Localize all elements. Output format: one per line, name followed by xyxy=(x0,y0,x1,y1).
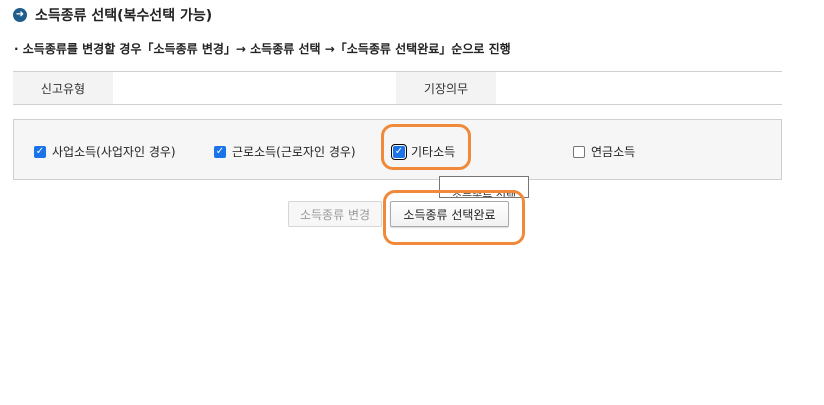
checkbox-earned-income[interactable]: ✓ 근로소득(근로자인 경우) xyxy=(214,143,356,160)
section-title: ➜ 소득종류 선택(복수선택 가능) xyxy=(13,6,212,24)
checkbox-label: 기타소득 xyxy=(411,145,456,159)
checkbox-pension-income[interactable]: 연금소득 xyxy=(573,143,635,160)
checkbox-label: 사업소득(사업자인 경우) xyxy=(52,145,176,159)
filing-type-label: 신고유형 xyxy=(13,72,113,104)
checkbox-label: 근로소득(근로자인 경우) xyxy=(232,145,356,159)
checkbox-other-income[interactable]: ✓ 기타소득 xyxy=(391,143,456,160)
arrow-right-circle-icon: ➜ xyxy=(13,8,27,22)
tooltip-text: 소득종류 선택 xyxy=(451,189,517,198)
bookkeeping-value xyxy=(496,72,782,104)
instruction-text: · 소득종류를 변경할 경우「소득종류 변경」→ 소득종류 선택 →「소득종류 … xyxy=(14,42,511,56)
info-table: 신고유형 기장의무 xyxy=(13,71,782,105)
tooltip: 소득종류 선택 xyxy=(439,176,529,198)
checkbox-business-income[interactable]: ✓ 사업소득(사업자인 경우) xyxy=(34,143,176,160)
section-title-text: 소득종류 선택(복수선택 가능) xyxy=(35,8,213,24)
checkbox-checked-icon[interactable]: ✓ xyxy=(34,145,46,158)
filing-type-value xyxy=(113,72,396,104)
checkbox-label: 연금소득 xyxy=(591,145,636,159)
checkbox-unchecked-icon[interactable] xyxy=(573,145,585,158)
checkbox-checked-icon[interactable]: ✓ xyxy=(391,143,407,160)
bookkeeping-label: 기장의무 xyxy=(396,72,496,104)
complete-selection-button[interactable]: 소득종류 선택완료 xyxy=(390,201,509,227)
change-income-type-button[interactable]: 소득종류 변경 xyxy=(288,201,382,227)
income-type-panel: ✓ 사업소득(사업자인 경우) ✓ 근로소득(근로자인 경우) ✓ 기타소득 연… xyxy=(13,119,782,180)
checkbox-checked-icon[interactable]: ✓ xyxy=(214,145,226,158)
